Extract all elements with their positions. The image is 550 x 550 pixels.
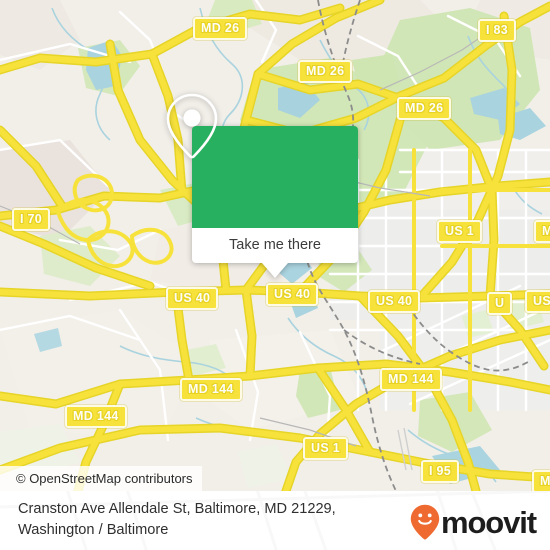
callout-header <box>166 93 358 228</box>
address-line-1: Cranston Ave Allendale St, Baltimore, MD… <box>18 501 336 517</box>
station-callout-card[interactable]: Take me there <box>166 93 358 278</box>
moovit-logo[interactable]: moovit <box>410 504 537 540</box>
road-shield: U <box>487 292 513 315</box>
station-address: Cranston Ave Allendale St, Baltimore, MD… <box>18 499 398 541</box>
callout-pointer-tail <box>262 263 288 278</box>
map-attribution[interactable]: © OpenStreetMap contributors <box>0 466 202 491</box>
road-shield: MD 144 <box>180 378 242 401</box>
road-shield: MD 26 <box>397 97 452 120</box>
road-shield: MD 26 <box>298 60 353 83</box>
road-shield: US 1 <box>303 437 348 460</box>
moovit-smiley-pin-icon <box>410 504 440 540</box>
moovit-wordmark: moovit <box>440 504 537 540</box>
road-shield: US 1 <box>437 220 482 243</box>
road-shield: US <box>525 290 550 313</box>
moovit-station-map-card: MD 26 MD 26 MD 26 I 83 I 70 US 1 MD US 40 US 40 U… <box>0 0 550 550</box>
road-shield: MD 26 <box>193 17 248 40</box>
road-shield: MD <box>534 220 550 243</box>
road-shield: US 40 <box>266 283 319 306</box>
road-shield: MD 144 <box>65 405 127 428</box>
map-canvas[interactable]: MD 26 MD 26 MD 26 I 83 I 70 US 1 MD US 40 US 40 U… <box>0 0 550 491</box>
address-line-2: Washington / Baltimore <box>18 522 169 538</box>
road-shield: US 40 <box>166 287 219 310</box>
road-shield: US 40 <box>368 290 421 313</box>
road-shield: MD <box>532 470 550 491</box>
take-me-there-button[interactable]: Take me there <box>192 228 358 263</box>
road-shield: I 70 <box>12 208 51 231</box>
road-shield: I 83 <box>478 19 517 42</box>
road-shield: MD 144 <box>380 368 442 391</box>
footer-bar: Cranston Ave Allendale St, Baltimore, MD… <box>0 491 550 550</box>
map-pin-icon <box>166 93 218 159</box>
road-shield: I 95 <box>421 460 460 483</box>
